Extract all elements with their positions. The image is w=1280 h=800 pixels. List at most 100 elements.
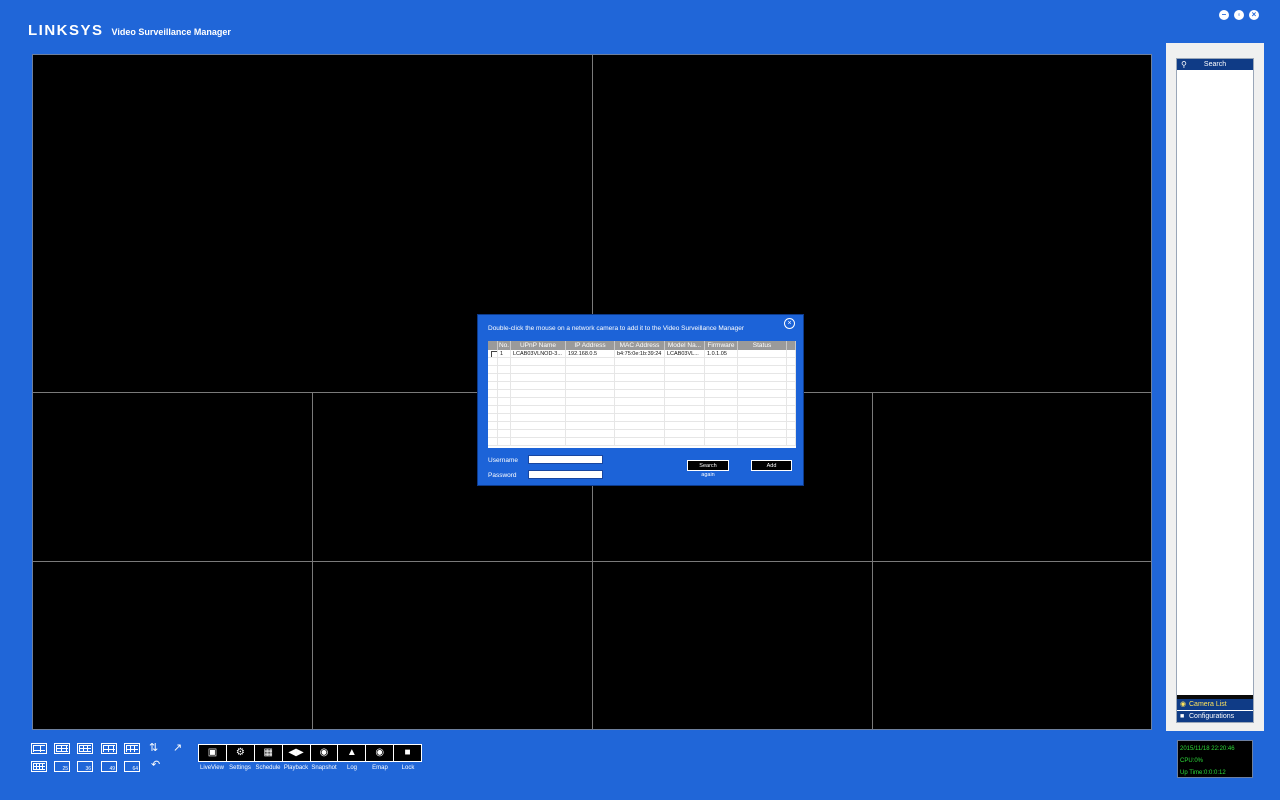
empty-cell [566, 366, 615, 373]
empty-cell [566, 390, 615, 397]
username-label: Username [488, 457, 518, 464]
undo-icon[interactable]: ↶ [151, 758, 160, 771]
empty-cell [511, 358, 566, 365]
layout-9-button[interactable] [54, 743, 70, 754]
configurations-label: Configurations [1189, 713, 1235, 720]
empty-table-row [488, 406, 796, 414]
search-icon: ⚲ [1181, 60, 1187, 69]
column-header[interactable]: No. [498, 341, 511, 350]
window-controls: – ◦ × [1219, 10, 1259, 20]
status-uptime: Up Time:0:0:0:12 [1180, 770, 1226, 776]
empty-cell [488, 358, 498, 365]
empty-cell [511, 414, 566, 421]
schedule-label[interactable]: Schedule [254, 765, 282, 771]
empty-cell [665, 358, 705, 365]
playback-label[interactable]: Playback [282, 765, 310, 771]
close-icon[interactable]: × [1249, 10, 1259, 20]
restore-icon[interactable]: ◦ [1234, 10, 1244, 20]
layout-13-button[interactable] [31, 761, 47, 772]
camera-list-tab[interactable]: ◉ Camera List [1177, 699, 1253, 710]
column-header[interactable]: Model Na... [665, 341, 705, 350]
empty-cell [488, 390, 498, 397]
lock-label[interactable]: Lock [394, 765, 422, 771]
empty-cell [498, 406, 511, 413]
empty-cell [787, 390, 796, 397]
snapshot-label[interactable]: Snapshot [310, 765, 338, 771]
empty-cell [615, 358, 665, 365]
status-panel: 2015/11/18 22:20:46 CPU:0% Up Time:0:0:0… [1177, 740, 1253, 778]
empty-cell [787, 414, 796, 421]
empty-cell [488, 438, 498, 445]
log-label[interactable]: Log [338, 765, 366, 771]
column-header[interactable]: UPnP Name [511, 341, 566, 350]
column-header[interactable]: Status [738, 341, 787, 350]
row-checkbox[interactable] [491, 351, 497, 357]
empty-cell [615, 374, 665, 381]
sequence-icon[interactable]: ⇅ [149, 741, 158, 754]
column-header[interactable]: IP Address [566, 341, 615, 350]
configurations-tab[interactable]: ■ Configurations [1177, 711, 1253, 722]
username-field[interactable] [528, 455, 603, 464]
log-icon[interactable]: ▲ [338, 745, 366, 761]
schedule-icon[interactable]: ▦ [254, 745, 282, 761]
empty-cell [615, 422, 665, 429]
app-title: Video Surveillance Manager [111, 27, 231, 37]
fullscreen-icon[interactable]: ↗ [173, 741, 182, 754]
empty-cell [738, 422, 787, 429]
table-row[interactable]: 1 LCAB03VLNOD-3... 192.168.0.5 b4:75:0e:… [488, 350, 796, 358]
empty-cell [738, 398, 787, 405]
layout-64-button[interactable]: 64 [124, 761, 140, 772]
minimize-icon[interactable]: – [1219, 10, 1229, 20]
empty-cell [665, 366, 705, 373]
empty-cell [488, 366, 498, 373]
add-button[interactable]: Add [751, 460, 792, 471]
column-header[interactable]: MAC Address [615, 341, 665, 350]
layout-25-button[interactable]: 25 [54, 761, 70, 772]
empty-cell [615, 438, 665, 445]
empty-cell [705, 390, 738, 397]
layout-16-button[interactable] [77, 743, 93, 754]
empty-cell [511, 422, 566, 429]
settings-icon[interactable]: ⚙ [226, 745, 254, 761]
empty-cell [615, 430, 665, 437]
column-header[interactable]: Firmware [705, 341, 738, 350]
password-field[interactable] [528, 470, 603, 479]
lock-icon[interactable]: ■ [394, 745, 421, 761]
layout-49-button[interactable]: 49 [101, 761, 117, 772]
main-toolbar: ▣ ⚙ ▦ ◀▶ ◉ ▲ ◉ ■ [198, 744, 422, 762]
layout-6-button[interactable] [101, 743, 117, 754]
empty-cell [615, 366, 665, 373]
liveview-icon[interactable]: ▣ [199, 745, 226, 761]
empty-cell [705, 414, 738, 421]
playback-icon[interactable]: ◀▶ [282, 745, 310, 761]
empty-cell [566, 382, 615, 389]
emap-label[interactable]: Emap [366, 765, 394, 771]
empty-cell [738, 374, 787, 381]
empty-cell [566, 438, 615, 445]
snapshot-icon[interactable]: ◉ [310, 745, 338, 761]
close-icon[interactable]: × [784, 318, 795, 329]
camera-list-label: Camera List [1189, 701, 1227, 708]
layout-8-button[interactable] [124, 743, 140, 754]
camera-icon: ◉ [1180, 701, 1187, 708]
liveview-label[interactable]: LiveView [198, 765, 226, 771]
emap-icon[interactable]: ◉ [366, 745, 394, 761]
empty-cell [488, 422, 498, 429]
search-tab[interactable]: ⚲ Search [1177, 59, 1253, 70]
empty-table-row [488, 390, 796, 398]
linksys-logo: LINKSYS [28, 22, 104, 39]
empty-cell [566, 430, 615, 437]
empty-cell [615, 382, 665, 389]
layout-36-button[interactable]: 36 [77, 761, 93, 772]
empty-cell [498, 358, 511, 365]
empty-cell [787, 382, 796, 389]
empty-cell [665, 422, 705, 429]
search-again-button[interactable]: Search again [687, 460, 729, 478]
cell-upnp-name: LCAB03VLNOD-3... [511, 350, 566, 357]
empty-cell [705, 422, 738, 429]
empty-cell [566, 398, 615, 405]
settings-label[interactable]: Settings [226, 765, 254, 771]
cell-ip: 192.168.0.5 [566, 350, 615, 357]
layout-4-button[interactable] [31, 743, 47, 754]
empty-cell [566, 422, 615, 429]
